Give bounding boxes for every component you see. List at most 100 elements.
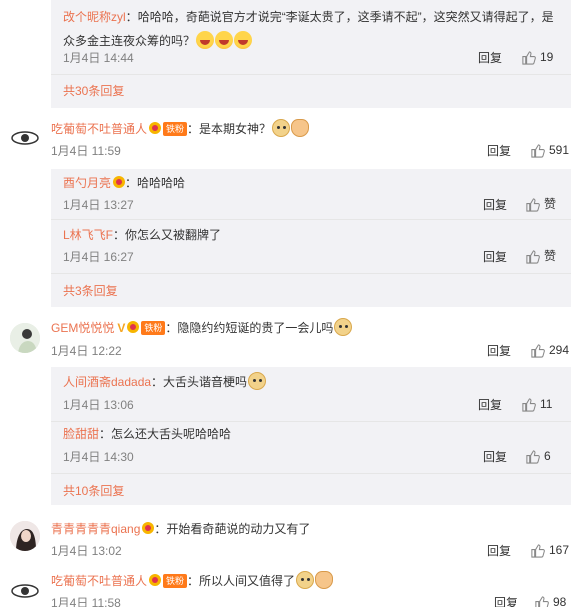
vip-icon	[113, 176, 126, 188]
like-button[interactable]: 294	[530, 342, 569, 358]
comment-line: 吃葡萄不吐普通人 铁粉 ：是本期女神？	[51, 119, 585, 139]
like-button[interactable]: 98	[534, 594, 566, 607]
avatar[interactable]	[10, 123, 40, 153]
divider	[51, 219, 571, 220]
reply-text: 哈哈哈，奇葩说官方才说完“李诞太贵了，这季请不起”，这突然又请得起了，是众多金主…	[63, 10, 554, 48]
reply-button[interactable]: 回复	[483, 197, 507, 213]
like-count: 赞	[544, 197, 557, 211]
like-count: 6	[544, 449, 551, 463]
thumbs-up-icon	[531, 343, 545, 358]
doge-emoji	[272, 119, 291, 137]
comment-item: 青青青青青qiang ：开始看奇葩说的动力又有了 1月4日 13:02 回复 16…	[0, 517, 585, 571]
like-count: 赞	[544, 249, 557, 263]
reply-item: 人间酒斋dadada：大舌头谐音梗吗	[63, 372, 571, 392]
reply-date: 1月4日 14:44	[63, 51, 134, 65]
laugh-emoji	[196, 31, 215, 49]
like-button[interactable]: 19	[521, 49, 553, 65]
vip-icon	[149, 574, 162, 586]
avatar[interactable]	[10, 521, 40, 551]
reply-button[interactable]: 回复	[483, 249, 507, 265]
divider	[51, 473, 571, 474]
reply-box: 人间酒斋dadada：大舌头谐音梗吗 1月4日 13:06 回复 11 脸甜甜：…	[51, 367, 571, 505]
thumbs-up-icon	[535, 595, 549, 607]
reply-date: 1月4日 14:30	[63, 450, 134, 464]
reply-text: ：哈哈哈哈	[125, 176, 186, 190]
like-button[interactable]: 赞	[525, 196, 556, 212]
comment-date: 1月4日 13:02	[51, 544, 122, 558]
reply-button[interactable]: 回复	[487, 343, 511, 359]
like-button[interactable]: 167	[530, 542, 569, 558]
fist-emoji	[315, 571, 334, 589]
comment-username[interactable]: 吃葡萄不吐普通人	[51, 122, 147, 136]
reply-username[interactable]: L林飞飞F	[63, 228, 113, 242]
reply-username[interactable]: 改个昵称zyl	[63, 10, 126, 24]
view-more-replies[interactable]: 共30条回复	[63, 83, 124, 99]
reply-username[interactable]: 酉勺月亮	[63, 176, 111, 190]
like-button[interactable]: 11	[521, 396, 552, 412]
divider	[51, 273, 571, 274]
divider	[51, 421, 571, 422]
comment-username[interactable]: 青青青青青qiang	[51, 522, 140, 536]
comment-date: 1月4日 11:58	[51, 596, 121, 607]
thumbs-up-icon	[526, 197, 540, 212]
reply-button[interactable]: 回复	[478, 50, 502, 66]
like-count: 19	[540, 50, 554, 64]
reply-username[interactable]: 人间酒斋dadada	[63, 375, 151, 389]
vip-icon	[142, 522, 155, 534]
reply-text: ：大舌头谐音梗吗	[151, 375, 248, 389]
fan-badge: 铁粉	[141, 321, 166, 335]
thumbs-up-icon	[522, 397, 536, 412]
reply-button[interactable]: 回复	[487, 543, 511, 559]
reply-box: 酉勺月亮 ：哈哈哈哈 1月4日 13:27 回复 赞 L林飞飞F：你怎么又被翻牌了…	[51, 169, 571, 307]
reply-box: 改个昵称zyl：哈哈哈，奇葩说官方才说完“李诞太贵了，这季请不起”，这突然又请得…	[51, 0, 571, 108]
view-more-replies[interactable]: 共10条回复	[63, 483, 124, 499]
comment-username[interactable]: 吃葡萄不吐普通人	[51, 574, 147, 588]
reply-button[interactable]: 回复	[494, 595, 518, 607]
view-more-replies[interactable]: 共3条回复	[63, 283, 118, 299]
fist-emoji	[291, 119, 310, 137]
like-count: 167	[549, 543, 570, 557]
comment-text: ：是本期女神？	[187, 122, 272, 136]
reply-item: L林飞飞F：你怎么又被翻牌了	[63, 225, 571, 245]
avatar[interactable]	[10, 323, 40, 353]
thumbs-up-icon	[526, 249, 540, 264]
comment-item: 吃葡萄不吐普通人 铁粉 ：是本期女神？ 1月4日 11:59 回复 591 酉勺月亮…	[0, 115, 585, 315]
thumbs-up-icon	[522, 50, 536, 65]
vip-icon	[127, 321, 140, 333]
reply-item: 酉勺月亮 ：哈哈哈哈	[63, 173, 571, 193]
avatar[interactable]	[10, 576, 40, 606]
verified-icon: V	[117, 321, 126, 335]
comment-line: 青青青青青qiang ：开始看奇葩说的动力又有了	[51, 519, 585, 539]
thumbs-up-icon	[526, 449, 540, 464]
reply-button[interactable]: 回复	[483, 449, 507, 465]
doge-emoji	[248, 372, 267, 390]
reply-button[interactable]: 回复	[478, 397, 502, 413]
like-count: 98	[553, 595, 567, 607]
like-count: 11	[540, 397, 553, 411]
reply-text: ：你怎么又被翻牌了	[113, 228, 222, 242]
like-count: 591	[549, 143, 570, 157]
reply-item: 改个昵称zyl：哈哈哈，奇葩说官方才说完“李诞太贵了，这季请不起”，这突然又请得…	[63, 10, 554, 49]
comment-text: ：隐隐约约短诞的贵了一会儿吗	[165, 321, 334, 335]
thumbs-up-icon	[531, 543, 545, 558]
like-button[interactable]: 6	[525, 448, 551, 464]
comment-item: 吃葡萄不吐普通人 铁粉 ：所以人间又值得了 1月4日 11:58 回复 98	[0, 568, 585, 607]
reply-date: 1月4日 13:06	[63, 398, 134, 412]
like-button[interactable]: 591	[530, 142, 569, 158]
reply-item: 脸甜甜：怎么还大舌头呢哈哈哈	[63, 424, 571, 444]
reply-date: 1月4日 13:27	[63, 198, 134, 212]
comment-username[interactable]: GEM悦悦悦	[51, 321, 114, 335]
reply-text: ：怎么还大舌头呢哈哈哈	[99, 427, 232, 441]
reply-button[interactable]: 回复	[487, 143, 511, 159]
divider	[51, 74, 571, 75]
vip-icon	[149, 122, 162, 134]
thumbs-up-icon	[531, 143, 545, 158]
comment-text: ：开始看奇葩说的动力又有了	[154, 522, 311, 536]
like-count: 294	[549, 343, 570, 357]
comment-date: 1月4日 11:59	[51, 144, 121, 158]
reply-username[interactable]: 脸甜甜	[63, 427, 99, 441]
like-button[interactable]: 赞	[525, 248, 556, 264]
doge-emoji	[296, 571, 315, 589]
reply-date: 1月4日 16:27	[63, 250, 134, 264]
comment-date: 1月4日 12:22	[51, 344, 122, 358]
